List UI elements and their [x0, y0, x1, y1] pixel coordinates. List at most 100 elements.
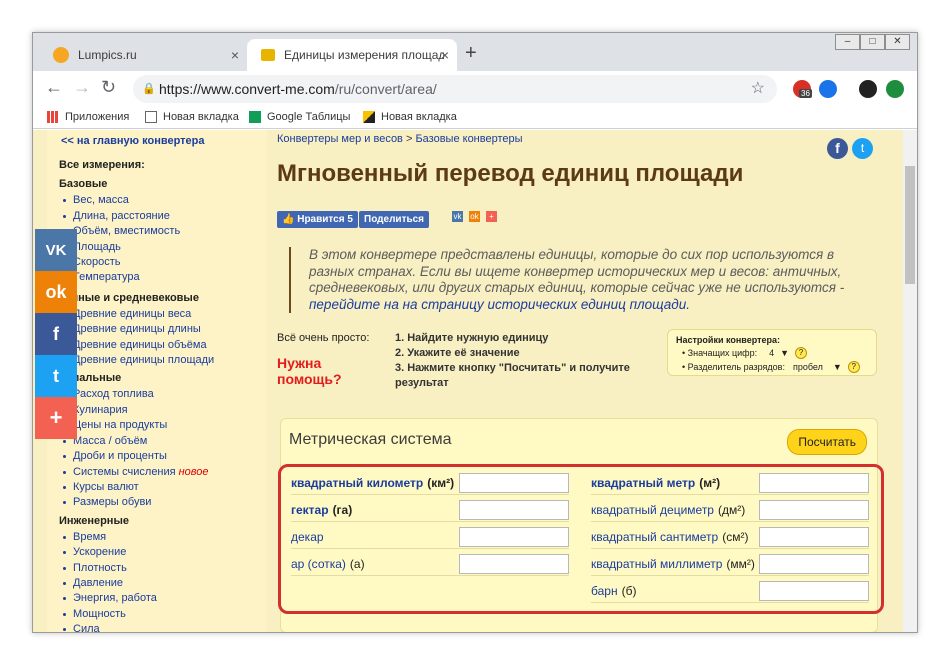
unit-value-input[interactable] [759, 500, 869, 520]
forward-button[interactable]: → [73, 77, 91, 98]
sidebar-item[interactable]: Масса / объём [47, 434, 267, 449]
unit-link[interactable]: квадратный метр (м²) [591, 471, 720, 495]
bookmark-star-icon[interactable]: ☆ [751, 75, 765, 103]
sidebar-item[interactable]: Время [47, 530, 267, 545]
vk-share-button[interactable]: VK [35, 229, 77, 271]
sidebar-item[interactable]: Древние единицы площади [47, 353, 267, 368]
sidebar-item[interactable]: Древние единицы длины [47, 322, 267, 337]
share-button[interactable]: Поделиться [359, 211, 430, 228]
ok-icon: ok [45, 281, 67, 302]
back-to-main-link[interactable]: << на главную конвертера [61, 134, 267, 149]
browser-window: Lumpics.ru × Единицы измерения площади. … [32, 32, 918, 633]
sidebar-item[interactable]: Цены на продукты [47, 418, 267, 433]
sidebar-item[interactable]: Сила [47, 622, 267, 632]
sidebar-item[interactable]: Температура [47, 270, 267, 285]
sidebar-item[interactable]: Дроби и проценты [47, 449, 267, 464]
sidebar-item[interactable]: Кулинария [47, 403, 267, 418]
plus-icon: + [49, 405, 63, 430]
scrollbar-thumb[interactable] [905, 166, 915, 284]
unit-value-input[interactable] [759, 581, 869, 601]
plus-icon[interactable]: + [486, 211, 497, 222]
sidebar-item-label: Дроби и проценты [73, 450, 167, 463]
sidebar-item[interactable]: Курсы валют [47, 480, 267, 495]
historical-units-link[interactable]: перейдите на на страницу исторических ед… [309, 297, 690, 312]
sidebar-item[interactable]: Длина, расстояние [47, 209, 267, 224]
bookmark-apps[interactable]: Приложения [47, 111, 129, 123]
facebook-icon[interactable]: f [827, 138, 848, 159]
sidebar-item[interactable]: Размеры обуви [47, 495, 267, 510]
sidebar-item[interactable]: Плотность [47, 561, 267, 576]
vpn-extension-icon[interactable] [819, 80, 837, 98]
unit-name: квадратный миллиметр [591, 557, 723, 571]
bookmarks-bar: Приложения Новая вкладка Google Таблицы … [33, 107, 917, 129]
unit-link[interactable]: квадратный сантиметр (см²) [591, 525, 748, 549]
ok-share-button[interactable]: ok [35, 271, 77, 313]
help-icon[interactable]: ? [847, 361, 860, 373]
tab-close-icon[interactable]: × [441, 47, 449, 63]
unit-value-input[interactable] [459, 527, 569, 547]
calculate-button[interactable]: Посчитать [787, 429, 867, 455]
unit-link[interactable]: гектар (га) [291, 498, 352, 522]
unit-value-input[interactable] [759, 554, 869, 574]
close-window-button[interactable]: ✕ [885, 34, 910, 50]
sidebar-item[interactable]: Мощность [47, 607, 267, 622]
address-bar[interactable]: 🔒 https://www.convert-me.com/ru/convert/… [133, 75, 777, 103]
sidebar-item[interactable]: Древние единицы веса [47, 307, 267, 322]
unit-link[interactable]: декар [291, 525, 328, 549]
unit-name: гектар [291, 503, 329, 517]
bookmark-new-tab[interactable]: Новая вкладка [145, 111, 239, 123]
help-icon[interactable]: ? [795, 347, 808, 359]
unit-symbol: (б) [621, 584, 637, 598]
unit-value-input[interactable] [459, 473, 569, 493]
separator-select[interactable]: пробел [793, 362, 823, 372]
bookmark-label: Новая вкладка [381, 111, 457, 123]
sidebar-item[interactable]: Ускорение [47, 545, 267, 560]
new-tab-button[interactable]: + [465, 42, 477, 65]
vk-icon[interactable]: vk [452, 211, 463, 222]
minimize-button[interactable]: – [835, 34, 860, 50]
maximize-button[interactable]: □ [860, 34, 885, 50]
sidebar-item[interactable]: Системы счисления новое [47, 465, 267, 480]
back-button[interactable]: ← [45, 77, 63, 98]
unit-value-input[interactable] [459, 500, 569, 520]
sidebar-item[interactable]: Энергия, работа [47, 591, 267, 606]
like-button[interactable]: 👍 Нравится 5 [277, 211, 358, 228]
ok-icon[interactable]: ok [469, 211, 480, 222]
sidebar-item[interactable]: Давление [47, 576, 267, 591]
reload-button[interactable]: ↻ [101, 77, 116, 98]
sidebar-item[interactable]: Расход топлива [47, 387, 267, 402]
image-icon [363, 111, 375, 123]
more-share-button[interactable]: + [35, 397, 77, 439]
twitter-icon[interactable]: t [852, 138, 873, 159]
unit-link[interactable]: квадратный дециметр (дм²) [591, 498, 745, 522]
tab-lumpics[interactable]: Lumpics.ru × [39, 39, 247, 71]
twitter-share-button[interactable]: t [35, 355, 77, 397]
sidebar-item[interactable]: Древние единицы объёма [47, 338, 267, 353]
help-link[interactable]: Нужна помощь? [277, 355, 357, 387]
breadcrumb-link-converters[interactable]: Конвертеры мер и весов [277, 133, 403, 145]
sidebar-item-label: Масса / объём [73, 434, 148, 447]
breadcrumb-link-basic[interactable]: Базовые конвертеры [415, 133, 522, 145]
unit-link[interactable]: ар (сотка) (а) [291, 552, 365, 576]
profile-avatar[interactable] [859, 80, 877, 98]
bookmark-google-sheets[interactable]: Google Таблицы [249, 111, 350, 123]
dropdown-arrow-icon[interactable]: ▼ [780, 348, 789, 358]
unit-link[interactable]: барн (б) [591, 579, 636, 603]
update-icon[interactable] [886, 80, 904, 98]
sidebar-item[interactable]: Объём, вместимость [47, 224, 267, 239]
unit-value-input[interactable] [459, 554, 569, 574]
unit-link[interactable]: квадратный миллиметр (мм²) [591, 552, 755, 576]
bookmark-new-tab-2[interactable]: Новая вкладка [363, 111, 457, 123]
dropdown-arrow-icon[interactable]: ▼ [833, 362, 842, 372]
digits-select[interactable]: 4 [769, 348, 774, 358]
unit-value-input[interactable] [759, 527, 869, 547]
sidebar-item[interactable]: Скорость [47, 255, 267, 270]
tab-convert-me[interactable]: Единицы измерения площади. × [247, 39, 457, 71]
unit-value-input[interactable] [759, 473, 869, 493]
tab-close-icon[interactable]: × [231, 47, 239, 63]
sidebar-item[interactable]: Вес, масса [47, 193, 267, 208]
vertical-scrollbar[interactable] [903, 130, 917, 632]
sidebar-item[interactable]: Площадь [47, 240, 267, 255]
facebook-share-button[interactable]: f [35, 313, 77, 355]
unit-link[interactable]: квадратный километр (км²) [291, 471, 454, 495]
